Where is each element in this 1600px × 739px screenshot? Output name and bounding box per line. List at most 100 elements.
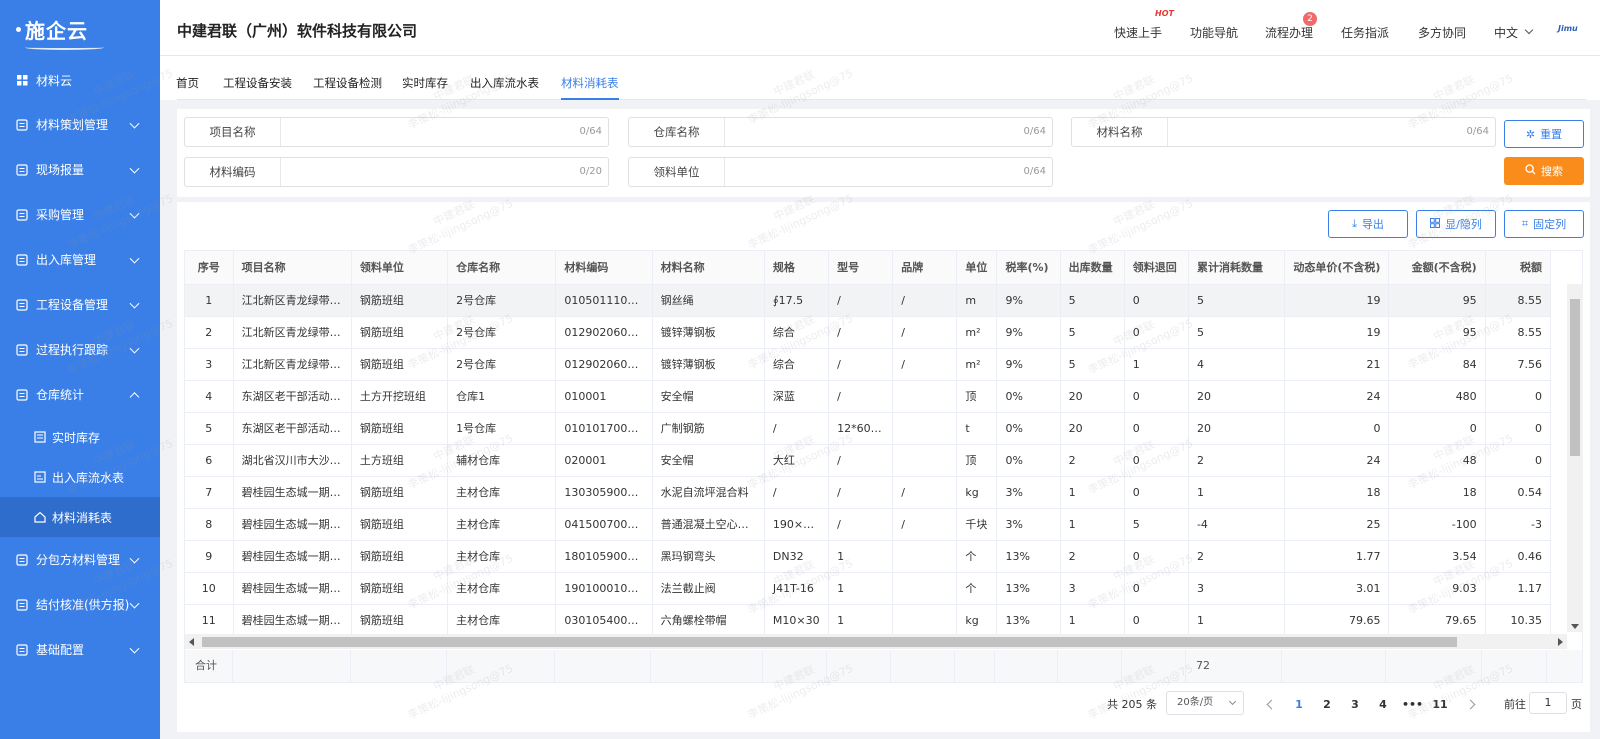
horizontal-scrollbar[interactable]	[185, 634, 1567, 649]
logo[interactable]: 施企云	[0, 0, 160, 58]
scroll-left-icon[interactable]	[189, 638, 194, 646]
column-header[interactable]: 累计消耗数量	[1188, 251, 1286, 285]
column-header[interactable]: 税额	[1485, 251, 1552, 285]
table-row[interactable]: 5 东湖区老干部活动中心 钢筋班组 1号仓库 010101700001 广制钢筋/12*6…	[185, 412, 1552, 445]
table-cell: kg	[956, 476, 998, 509]
tab-material-consumption[interactable]: 材料消耗表	[561, 75, 619, 100]
tab-home[interactable]: 首页	[176, 75, 199, 99]
table-row[interactable]: 7 碧桂园生态城一期项目 钢筋班组 主材仓库 130305900001 水泥自流坪混合料 /…	[185, 476, 1552, 509]
table-cell: 9%	[996, 316, 1061, 349]
column-header[interactable]: 金额(不含税)	[1388, 251, 1486, 285]
page-2[interactable]: 2	[1318, 693, 1336, 717]
warehouse-name-field[interactable]: 仓库名称 0/64	[628, 117, 1053, 147]
table-row[interactable]: 2 江北新区青龙绿带项目 钢筋班组 2号仓库 012902060001 镀锌薄钢板 综合 / /…	[185, 316, 1552, 349]
vertical-scrollbar[interactable]	[1567, 284, 1583, 632]
goto-page-input[interactable]: 1	[1529, 692, 1567, 714]
tab-equipment-inspect[interactable]: 工程设备检测	[313, 75, 382, 99]
sidebar-item-5[interactable]: 过程执行跟踪	[0, 327, 160, 372]
toggle-columns-button[interactable]: 显/隐列	[1416, 210, 1496, 238]
page-size-select[interactable]: 20条/页	[1166, 691, 1244, 715]
fix-columns-button[interactable]: ⌗ 固定列	[1504, 210, 1584, 238]
table-row[interactable]: 9 碧桂园生态城一期项目 钢筋班组 主材仓库 180105900001 黑玛钢弯头 DN32…	[185, 540, 1552, 573]
column-header[interactable]: 材料编码	[555, 251, 653, 285]
nav-quick-start[interactable]: 快速上手	[1114, 24, 1162, 41]
column-header[interactable]: 税率(%)	[996, 251, 1061, 285]
sidebar-item-2[interactable]: 采购管理	[0, 192, 160, 237]
material-name-field[interactable]: 材料名称 0/64	[1071, 117, 1496, 147]
table-row[interactable]: 8 碧桂园生态城一期项目 钢筋班组 主材仓库 041500700001 普通混凝土空心砌块…	[185, 508, 1552, 541]
sidebar-subitem-consumption[interactable]: 材料消耗表	[0, 497, 160, 537]
column-header[interactable]: 领料退回	[1124, 251, 1189, 285]
sidebar-item-6[interactable]: 仓库统计	[0, 372, 160, 417]
reset-button[interactable]: ✲ 重置	[1504, 120, 1584, 148]
table-cell: 黑玛钢弯头	[652, 540, 765, 573]
table-cell: 79.65	[1284, 604, 1390, 637]
tab-equipment-install[interactable]: 工程设备安装	[223, 75, 292, 99]
table-row[interactable]: 3 江北新区青龙绿带项目 钢筋班组 2号仓库 012902060001 镀锌薄钢板 综合 / /…	[185, 348, 1552, 381]
table-row[interactable]: 4 东湖区老干部活动中心 土方开挖班组 仓库1 010001 安全帽 深蓝 / 顶 0% 20 0 20…	[185, 380, 1552, 413]
nav-collaboration[interactable]: 多方协同	[1418, 24, 1466, 41]
column-header[interactable]: 领料单位	[351, 251, 449, 285]
summary-cell	[763, 650, 827, 682]
column-header[interactable]: 单位	[956, 251, 998, 285]
logo-text: 施企云	[25, 15, 104, 50]
sidebar-subitem-stock[interactable]: 实时库存	[0, 417, 160, 457]
sidebar-item-home[interactable]: 材料云	[0, 58, 160, 102]
sidebar-item-3[interactable]: 出入库管理	[0, 237, 160, 282]
project-name-field[interactable]: 项目名称 0/64	[184, 117, 609, 147]
brand-logo[interactable]: Jimu	[1558, 24, 1578, 33]
export-button[interactable]: ⤓ 导出	[1328, 210, 1408, 238]
table-cell: 25	[1284, 508, 1390, 541]
column-header[interactable]: 动态单价(不含税)	[1284, 251, 1390, 285]
char-count: 0/64	[1466, 126, 1489, 137]
sidebar-subitem-flow[interactable]: 出入库流水表	[0, 457, 160, 497]
table-cell: 020001	[555, 444, 653, 477]
table-cell: 3	[1188, 572, 1286, 605]
column-header[interactable]: 材料名称	[652, 251, 765, 285]
sidebar-item-4[interactable]: 工程设备管理	[0, 282, 160, 327]
receiving-unit-field[interactable]: 领料单位 0/64	[628, 157, 1053, 187]
tab-realtime-stock[interactable]: 实时库存	[402, 75, 448, 99]
scroll-right-icon[interactable]	[1558, 638, 1563, 646]
sidebar-item-b0[interactable]: 分包方材料管理	[0, 537, 160, 582]
scroll-down-icon[interactable]	[1571, 624, 1579, 629]
sidebar-item-1[interactable]: 现场报量	[0, 147, 160, 192]
table-cell	[892, 380, 958, 413]
table-cell: m	[956, 284, 998, 317]
page-3[interactable]: 3	[1346, 693, 1364, 717]
table-cell: 48	[1388, 444, 1486, 477]
column-header[interactable]: 型号	[828, 251, 894, 285]
nav-function-guide[interactable]: 功能导航	[1190, 24, 1238, 41]
material-code-field[interactable]: 材料编码 0/20	[184, 157, 609, 187]
table-cell: 个	[956, 572, 998, 605]
column-header[interactable]: 仓库名称	[447, 251, 557, 285]
column-header[interactable]: 出库数量	[1060, 251, 1125, 285]
table-row[interactable]: 11 碧桂园生态城一期项目 钢筋班组 主材仓库 030105400001 六角螺栓带帽 M1…	[185, 604, 1552, 637]
page-4[interactable]: 4	[1374, 693, 1392, 717]
scroll-thumb[interactable]	[1570, 299, 1580, 456]
column-header[interactable]: 品牌	[892, 251, 958, 285]
table-row[interactable]: 10 碧桂园生态城一期项目 钢筋班组 主材仓库 190100010001 法兰截止阀 J41…	[185, 572, 1552, 605]
column-header[interactable]: 项目名称	[233, 251, 352, 285]
table-row[interactable]: 1 江北新区青龙绿带项目 钢筋班组 2号仓库 010501110001 钢丝绳 ∮17.5/…	[185, 284, 1552, 317]
column-header[interactable]: 序号	[185, 251, 234, 285]
sidebar-item-b2[interactable]: 基础配置	[0, 627, 160, 672]
page-11[interactable]: 11	[1431, 693, 1449, 717]
column-header[interactable]: 规格	[764, 251, 830, 285]
nav-process[interactable]: 流程办理	[1265, 24, 1313, 41]
page-ellipsis[interactable]: •••	[1402, 693, 1423, 717]
sidebar-item-b1[interactable]: 结付核准(供方报)	[0, 582, 160, 627]
cube-icon	[16, 298, 28, 311]
chevron-down-icon	[129, 163, 140, 174]
scroll-thumb[interactable]	[202, 637, 1457, 647]
sidebar-item-0[interactable]: 材料策划管理	[0, 102, 160, 147]
language-select[interactable]: 中文	[1494, 24, 1518, 41]
search-button[interactable]: 搜索	[1504, 157, 1584, 185]
page-1[interactable]: 1	[1290, 693, 1308, 717]
table-cell: 水泥自流坪混合料	[652, 476, 765, 509]
table-cell: /	[764, 476, 830, 509]
nav-task-assign[interactable]: 任务指派	[1341, 24, 1389, 41]
tab-inout-flow[interactable]: 出入库流水表	[470, 75, 539, 99]
table-cell: 个	[956, 540, 998, 573]
table-row[interactable]: 6 湖北省汉川市大沙湖项目 土方班组 辅材仓库 020001 安全帽 大红 / 顶 0% 2 0 2 24…	[185, 444, 1552, 477]
